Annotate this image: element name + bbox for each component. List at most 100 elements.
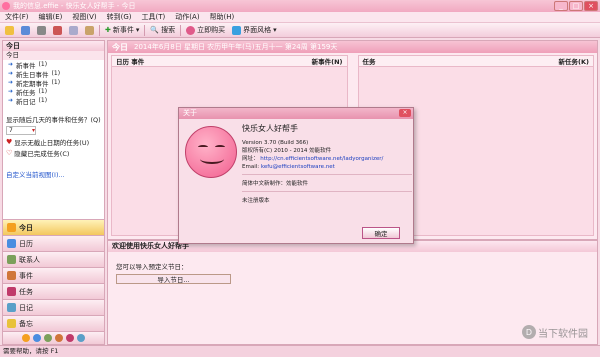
nav-bar: 今日 日历 联系人 事件 任务 日记 备忘 <box>3 219 104 331</box>
menu-goto[interactable]: 转到(G) <box>102 12 137 22</box>
new-task-link[interactable]: 新任务(K) <box>559 56 589 66</box>
window-title: 我的信息.effie - 快乐女人好帮手 - 今日 <box>13 2 136 10</box>
copy-button[interactable] <box>67 24 80 36</box>
about-translator: 简体中文新制作：効能软件 <box>242 181 309 187</box>
menu-view[interactable]: 视图(V) <box>67 12 101 22</box>
quick-item-count: (1) <box>38 61 48 68</box>
nav-notes[interactable]: 备忘 <box>3 315 104 331</box>
toolbar-divider <box>144 24 146 36</box>
about-website-row: 网址： http://cn.efficientsoftware.net/lady… <box>242 155 412 163</box>
nav-label: 今日 <box>19 223 33 232</box>
print-button[interactable] <box>35 24 48 36</box>
close-button[interactable]: × <box>584 1 598 11</box>
ui-style-button[interactable]: 界面风格 ▾ <box>230 24 279 36</box>
about-divider <box>242 191 412 192</box>
left-panel-header: 今日 <box>3 41 104 51</box>
buy-now-button[interactable]: 立即购买 <box>184 24 227 36</box>
toolbar-divider <box>99 24 100 36</box>
events-pane-header: 日历 事件 新事件(N) <box>112 56 347 67</box>
new-event-link[interactable]: 新事件(N) <box>312 56 343 66</box>
hide-completed-tasks-option[interactable]: ♡ 隐藏已完成任务(C) <box>3 148 104 158</box>
smiley-face-icon <box>185 126 237 178</box>
menu-edit[interactable]: 编辑(E) <box>34 12 68 22</box>
tasks-mini-icon[interactable] <box>66 334 74 342</box>
events-pane-title: 日历 事件 <box>116 58 145 66</box>
paste-button[interactable] <box>83 24 96 36</box>
new-event-label: 新事件 <box>112 26 134 34</box>
today-title: 今日 <box>112 42 128 52</box>
nav-label: 备忘 <box>19 319 33 328</box>
about-email-link[interactable]: kefu@efficientsoftware.net <box>261 164 335 170</box>
nav-calendar[interactable]: 日历 <box>3 235 104 251</box>
menu-tools[interactable]: 工具(T) <box>137 12 171 22</box>
save-button[interactable] <box>19 24 32 36</box>
open-button[interactable] <box>3 24 16 36</box>
about-divider <box>242 174 412 175</box>
heart-checkbox-icon: ♥ <box>6 137 13 146</box>
today-header: 今日 2014年6月8日 星期日 农历甲午年(马)五月十一 第24周 第159天 <box>108 41 597 53</box>
nav-contacts[interactable]: 联系人 <box>3 251 104 267</box>
cut-button[interactable] <box>51 24 64 36</box>
nav-label: 事件 <box>19 271 33 280</box>
about-unregistered: 未注册版本 <box>242 198 270 204</box>
tasks-pane-title: 任务 <box>362 58 376 66</box>
today-date: 2014年6月8日 星期日 农历甲午年(马)五月十一 第24周 第159天 <box>134 43 338 51</box>
about-close-button[interactable]: × <box>399 109 411 117</box>
events-mini-icon[interactable] <box>55 334 63 342</box>
show-undated-tasks-option[interactable]: ♥ 显示无截止日期的任务(U) <box>3 137 104 147</box>
eye-shape <box>215 145 225 149</box>
menu-help[interactable]: 帮助(H) <box>205 12 240 22</box>
printer-icon <box>37 25 46 35</box>
nav-events[interactable]: 事件 <box>3 267 104 283</box>
eye-shape <box>198 145 208 149</box>
menu-file[interactable]: 文件(F) <box>0 12 34 22</box>
nav-diary[interactable]: 日记 <box>3 299 104 315</box>
calendar-mini-icon[interactable] <box>33 334 41 342</box>
toolbar: ✚ 新事件 ▾ 🔍 搜索 立即购买 界面风格 ▾ <box>0 23 600 38</box>
menu-actions[interactable]: 动作(A) <box>170 12 204 22</box>
ui-style-label: 界面风格 <box>243 26 272 34</box>
toolbar-divider <box>180 24 182 36</box>
watermark-text: 当下软件园 <box>538 328 588 340</box>
cart-icon <box>186 25 196 35</box>
events-icon <box>7 271 16 280</box>
arrow-right-icon: ➜ <box>8 61 14 68</box>
plus-icon: ✚ <box>105 26 111 34</box>
maximize-button[interactable]: □ <box>569 1 583 11</box>
sun-mini-icon[interactable] <box>22 334 30 342</box>
chevron-down-icon: ▾ <box>273 26 277 34</box>
scissors-icon <box>53 25 62 35</box>
quick-new-diary[interactable]: ➜ 新日记 (1) <box>3 96 104 106</box>
import-holidays-button[interactable]: 导入节日... <box>116 274 231 284</box>
diary-icon <box>7 303 16 312</box>
folder-icon <box>5 25 14 35</box>
customize-view-link[interactable]: 自定义当前视图(I)... <box>3 169 104 179</box>
buy-now-label: 立即购买 <box>197 26 226 34</box>
paste-icon <box>85 25 94 35</box>
search-label: 搜索 <box>161 26 176 34</box>
new-event-button[interactable]: ✚ 新事件 ▾ <box>103 24 141 36</box>
days-ahead-select[interactable]: 7 ▾ <box>6 126 36 135</box>
nav-today[interactable]: 今日 <box>3 219 104 235</box>
sun-icon <box>7 223 16 232</box>
diary-mini-icon[interactable] <box>77 334 85 342</box>
nav-tasks[interactable]: 任务 <box>3 283 104 299</box>
about-website-link[interactable]: http://cn.efficientsoftware.net/ladyorga… <box>260 156 383 162</box>
heart-checkbox-icon: ♡ <box>6 148 13 157</box>
search-button[interactable]: 🔍 搜索 <box>148 24 177 36</box>
quick-item-count: (1) <box>51 79 61 86</box>
about-ok-button[interactable]: 确定 <box>362 227 400 239</box>
nav-mini-bar <box>3 331 104 344</box>
menu-bar: 文件(F) 编辑(E) 视图(V) 转到(G) 工具(T) 动作(A) 帮助(H… <box>0 12 600 23</box>
chevron-down-icon: ▾ <box>135 26 140 34</box>
about-app-name: 快乐女人好帮手 <box>242 124 298 133</box>
about-info: 快乐女人好帮手 Version 3.70 (Build 366) 版权所有(C)… <box>242 123 412 205</box>
arrow-right-icon: ➜ <box>8 79 14 86</box>
about-copyright: 版权所有(C) 2010 - 2014 効能软件 <box>242 148 332 154</box>
contacts-mini-icon[interactable] <box>44 334 52 342</box>
app-icon <box>2 2 10 10</box>
tasks-pane-header: 任务 新任务(K) <box>358 56 593 67</box>
minimize-button[interactable]: _ <box>554 1 568 11</box>
copy-icon <box>69 25 78 35</box>
about-email-row: Email: kefu@efficientsoftware.net <box>242 163 412 171</box>
